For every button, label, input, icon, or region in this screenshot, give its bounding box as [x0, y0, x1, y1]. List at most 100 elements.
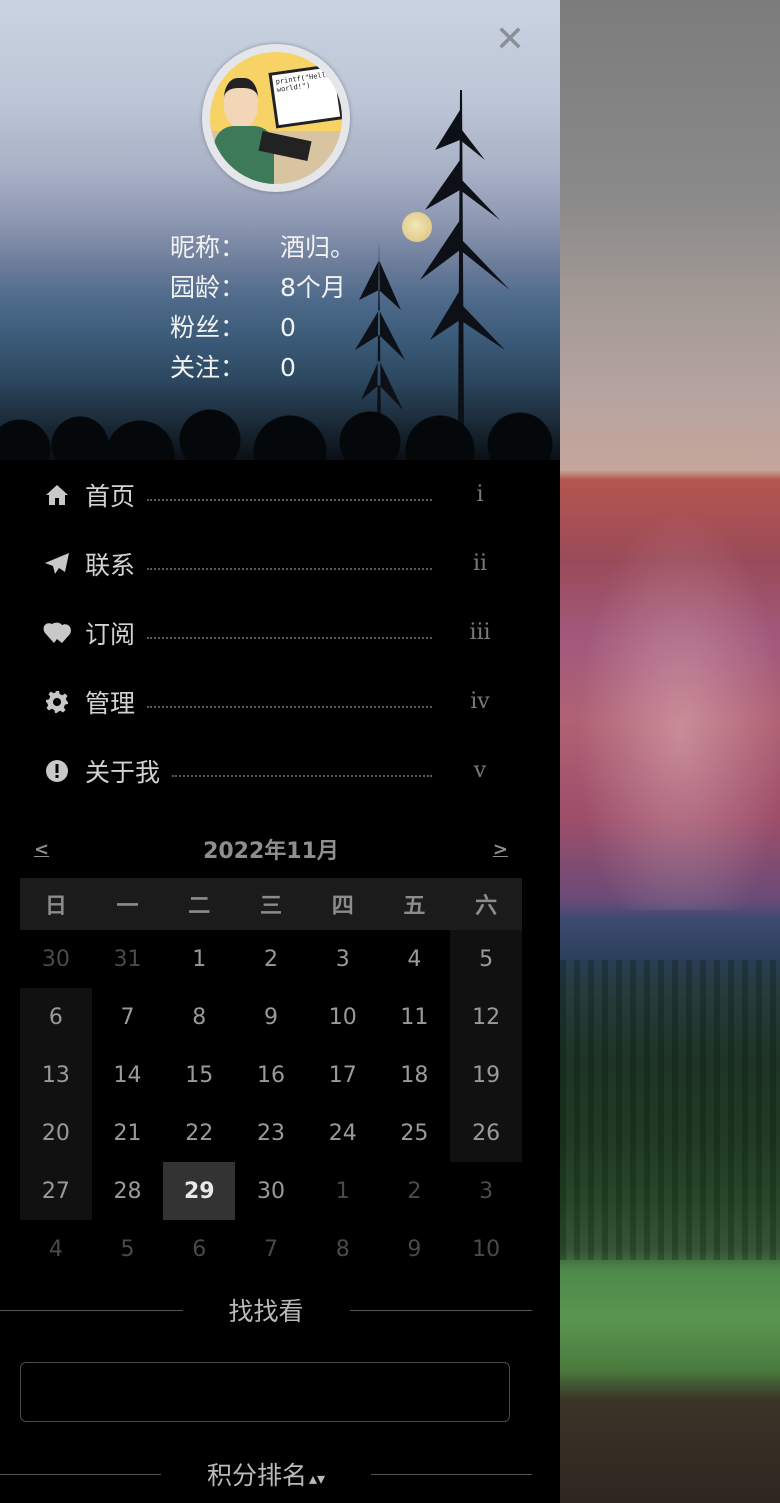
nav-item-about[interactable]: 关于我 v: [40, 736, 510, 805]
dotted-leader: [147, 705, 432, 708]
weekday-sat: 六: [450, 878, 522, 930]
nav-item-subscribe[interactable]: 订阅 iii: [40, 598, 510, 667]
calendar-title: 2022年11月: [203, 839, 339, 864]
weekday-thu: 四: [306, 878, 379, 930]
calendar-day[interactable]: 6: [163, 1220, 235, 1278]
calendar-day[interactable]: 17: [307, 1046, 379, 1104]
calendar-day[interactable]: 7: [92, 988, 164, 1046]
nav-number-home: i: [476, 482, 484, 507]
weekday-fri: 五: [378, 878, 451, 930]
calendar-day[interactable]: 1: [163, 930, 235, 988]
calendar-day[interactable]: 22: [163, 1104, 235, 1162]
dotted-leader: [147, 498, 432, 501]
search-input[interactable]: [20, 1362, 510, 1422]
calendar-prev-button[interactable]: <: [20, 839, 63, 860]
search-section-title: 找找看: [0, 1292, 533, 1328]
nav-number-contact: ii: [472, 551, 488, 576]
follow-value[interactable]: 0: [280, 348, 296, 388]
divider-line: [0, 1473, 161, 1475]
tall-pine-tree: [420, 90, 510, 430]
calendar-day[interactable]: 18: [379, 1046, 451, 1104]
nav-menu: 首页 i 联系 ii 订阅 iii 管理 iv 关于我 v: [40, 460, 510, 805]
weekday-mon: 一: [91, 878, 164, 930]
calendar-day[interactable]: 6: [20, 988, 92, 1046]
calendar-day[interactable]: 25: [379, 1104, 451, 1162]
calendar-day[interactable]: 1: [307, 1162, 379, 1220]
calendar-next-button[interactable]: >: [479, 839, 522, 860]
calendar-day[interactable]: 3: [307, 930, 379, 988]
calendar-day[interactable]: 23: [235, 1104, 307, 1162]
profile-follow-row: 关注： 0: [170, 348, 355, 388]
calendar-day[interactable]: 5: [92, 1220, 164, 1278]
nav-item-contact[interactable]: 联系 ii: [40, 529, 510, 598]
calendar-day[interactable]: 31: [92, 930, 164, 988]
calendar-week: 6 7 8 9 10 11 12: [20, 988, 522, 1046]
nickname-value[interactable]: 酒归。: [280, 228, 355, 268]
divider-line: [371, 1473, 533, 1475]
calendar-day[interactable]: 5: [450, 930, 522, 988]
calendar-day[interactable]: 12: [450, 988, 522, 1046]
calendar-day[interactable]: 3: [450, 1162, 522, 1220]
nav-item-manage[interactable]: 管理 iv: [40, 667, 510, 736]
ranking-title-text: 积分排名: [206, 1461, 307, 1490]
calendar-week: 4 5 6 7 8 9 10: [20, 1220, 522, 1278]
calendar-day[interactable]: 16: [235, 1046, 307, 1104]
calendar-day-today[interactable]: 29: [163, 1162, 236, 1220]
calendar-day[interactable]: 15: [163, 1046, 235, 1104]
ranking-title[interactable]: 积分排名 ▴▾: [161, 1456, 371, 1492]
weekday-tue: 二: [163, 878, 236, 930]
calendar-day[interactable]: 8: [163, 988, 235, 1046]
calendar-day[interactable]: 9: [235, 988, 307, 1046]
calendar-day[interactable]: 10: [307, 988, 379, 1046]
calendar-day[interactable]: 9: [379, 1220, 451, 1278]
calendar-day[interactable]: 30: [20, 930, 92, 988]
mountain-ridge: [560, 470, 780, 910]
avatar-monitor: printf("Hello world!"): [268, 63, 342, 129]
nickname-label: 昵称：: [170, 233, 246, 262]
calendar-day[interactable]: 4: [20, 1220, 92, 1278]
age-value[interactable]: 8个月: [280, 268, 346, 308]
profile-age-row: 园龄： 8个月: [170, 268, 355, 308]
close-icon[interactable]: ✕: [492, 22, 528, 58]
avatar-illustration: printf("Hello world!"): [210, 52, 342, 184]
nav-item-home[interactable]: 首页 i: [40, 460, 510, 529]
calendar-day[interactable]: 19: [450, 1046, 522, 1104]
calendar-day[interactable]: 28: [92, 1162, 164, 1220]
profile-info: 昵称： 酒归。 园龄： 8个月 粉丝： 0 关注： 0: [170, 228, 355, 388]
background-scenery: [560, 0, 780, 1503]
calendar-day[interactable]: 20: [20, 1104, 92, 1162]
calendar-day[interactable]: 21: [92, 1104, 164, 1162]
follow-label: 关注：: [170, 353, 246, 382]
calendar-week: 27 28 29 30 1 2 3: [20, 1162, 522, 1220]
dotted-leader: [172, 774, 432, 777]
weekday-wed: 三: [235, 878, 307, 930]
calendar-day[interactable]: 11: [379, 988, 451, 1046]
nav-label-about: 关于我: [85, 757, 161, 787]
calendar-day[interactable]: 24: [307, 1104, 379, 1162]
calendar-day[interactable]: 30: [235, 1162, 307, 1220]
calendar-day[interactable]: 2: [235, 930, 307, 988]
nav-label-subscribe: 订阅: [85, 619, 136, 649]
sidebar-header: ✕ printf("Hello world!") 昵称： 酒归。 园龄： 8个月…: [0, 0, 560, 460]
fans-value[interactable]: 0: [280, 308, 296, 348]
sort-icon: ▴▾: [308, 1469, 326, 1488]
calendar-week: 13 14 15 16 17 18 19: [20, 1046, 522, 1104]
calendar-header: < 2022年11月 >: [20, 828, 522, 870]
calendar-day[interactable]: 8: [307, 1220, 379, 1278]
nav-number-about: v: [473, 758, 487, 783]
calendar-day[interactable]: 14: [92, 1046, 164, 1104]
calendar-day[interactable]: 10: [450, 1220, 522, 1278]
nav-label-home: 首页: [85, 481, 136, 511]
divider-line: [349, 1309, 533, 1311]
profile-fans-row: 粉丝： 0: [170, 308, 355, 348]
heart-icon: [40, 618, 74, 648]
age-label: 园龄：: [170, 273, 246, 302]
calendar-day[interactable]: 26: [450, 1104, 522, 1162]
calendar-day[interactable]: 7: [235, 1220, 307, 1278]
dotted-leader: [147, 567, 432, 570]
calendar-day[interactable]: 27: [20, 1162, 92, 1220]
calendar-day[interactable]: 2: [379, 1162, 451, 1220]
calendar-day[interactable]: 13: [20, 1046, 92, 1104]
calendar-day[interactable]: 4: [379, 930, 451, 988]
avatar[interactable]: printf("Hello world!"): [202, 44, 350, 192]
